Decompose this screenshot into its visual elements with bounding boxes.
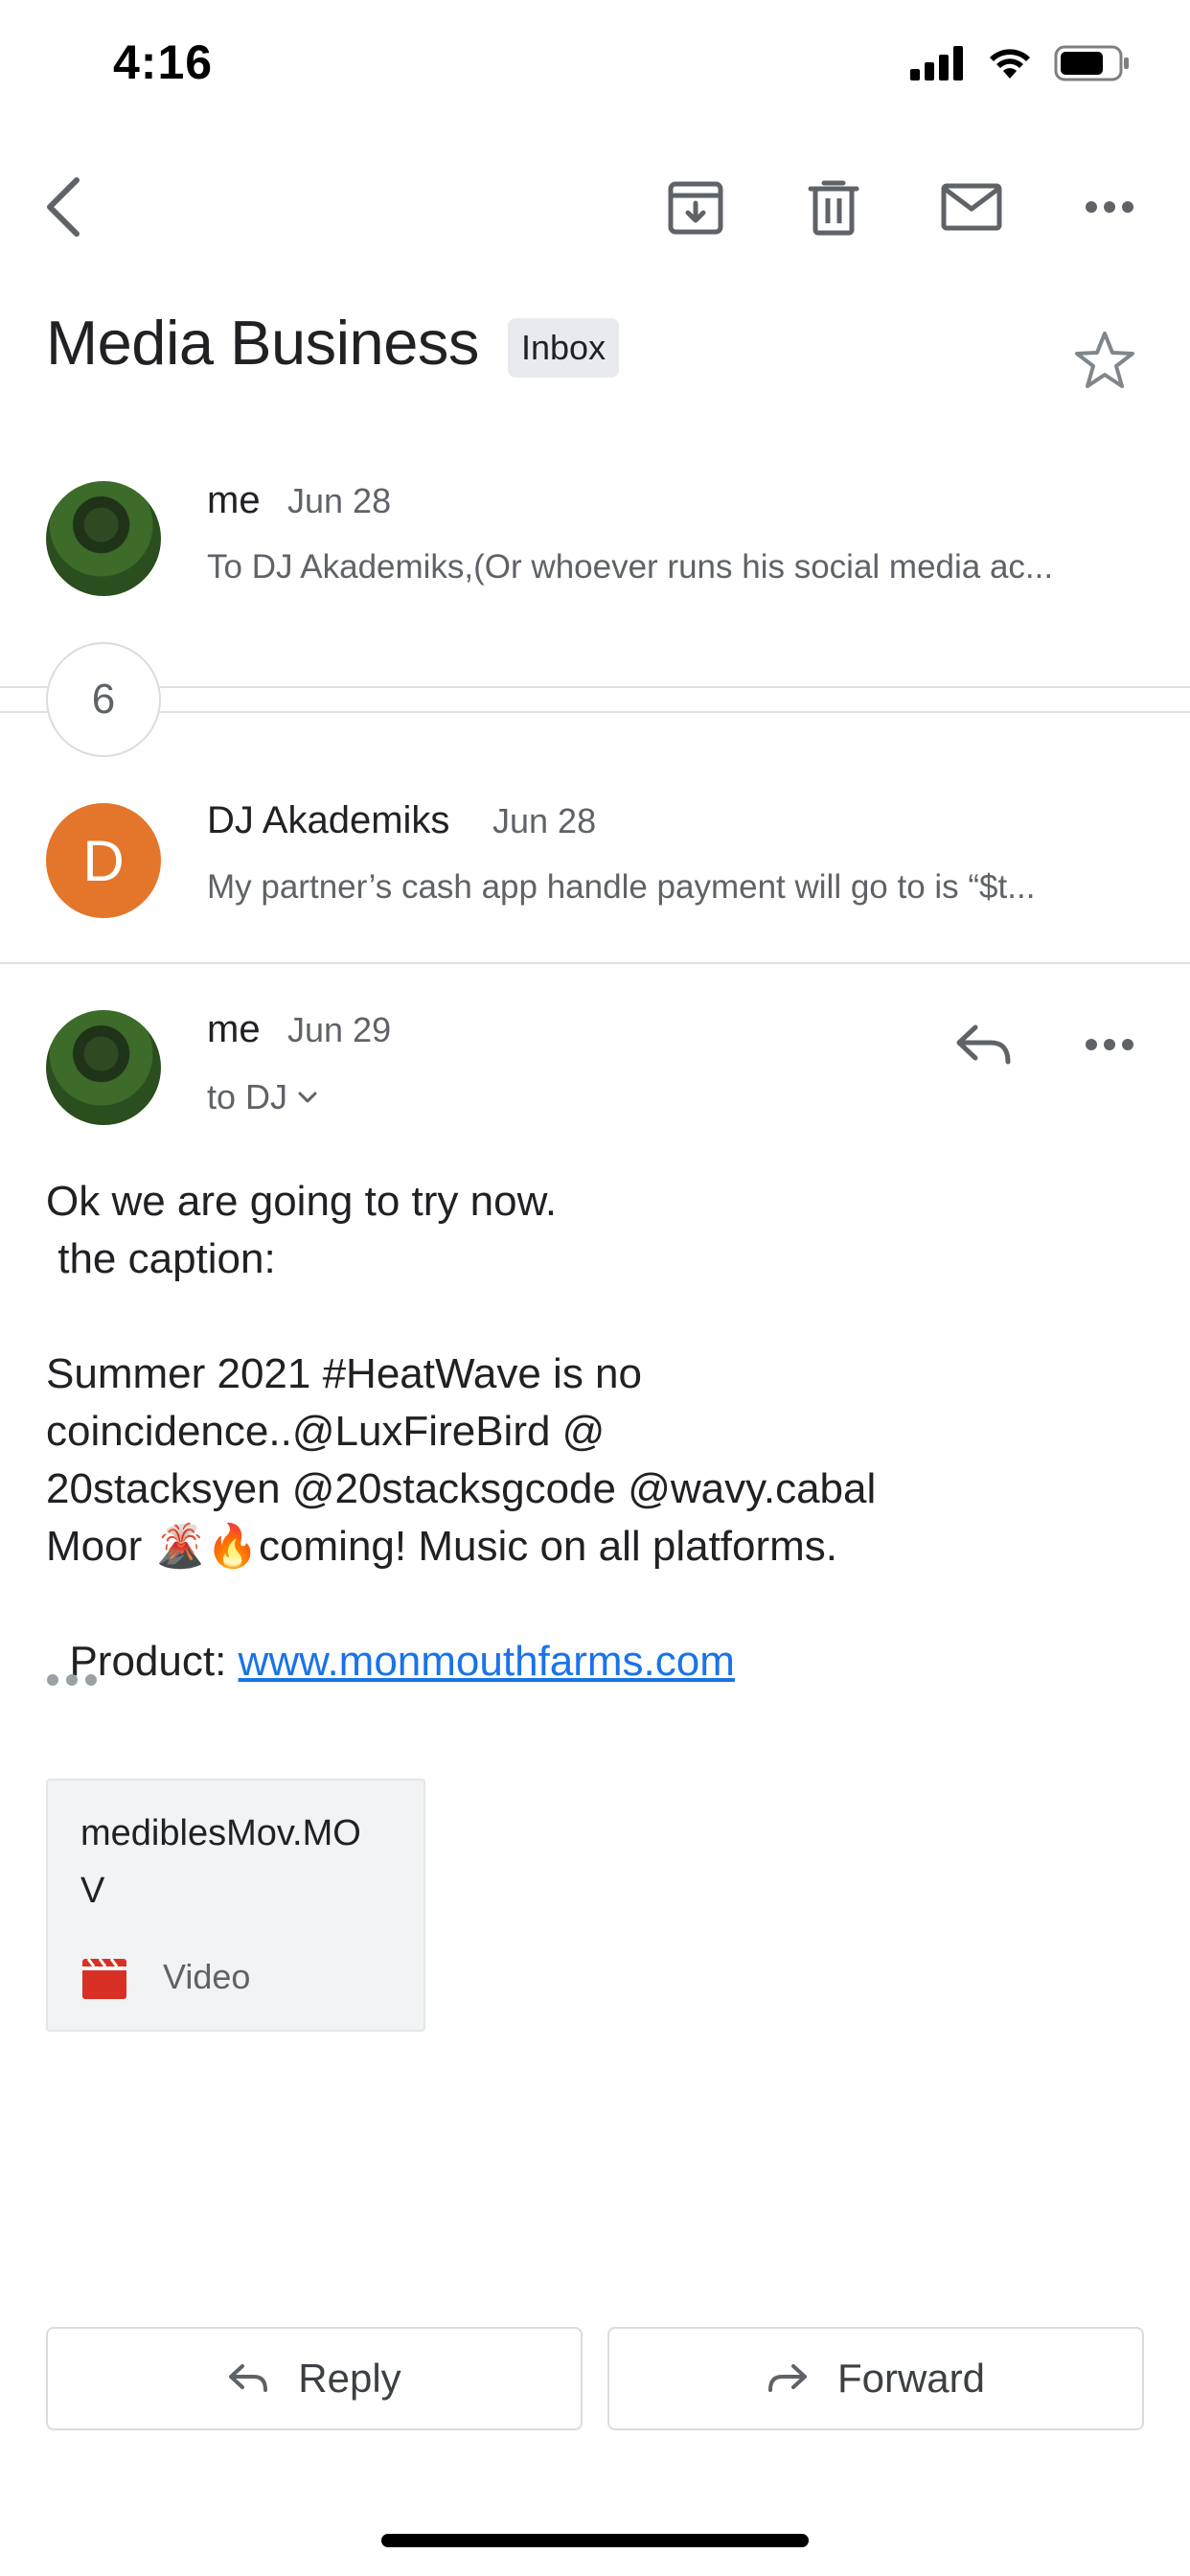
forward-label: Forward (836, 2356, 986, 2401)
recipients-text: to DJ (207, 1077, 288, 1116)
message-date: Jun 28 (287, 481, 392, 520)
mark-unread-button[interactable] (926, 161, 1018, 253)
message-row[interactable]: me Jun 28 To DJ Akademiks,(Or whoever ru… (0, 460, 1190, 652)
back-button[interactable] (17, 161, 109, 253)
message-date: Jun 28 (492, 801, 597, 840)
message-row[interactable]: D DJ Akademiks Jun 28 My partner’s cash … (0, 772, 1190, 960)
message-snippet: My partner’s cash app handle payment wil… (207, 868, 1036, 906)
avatar (46, 1010, 161, 1125)
avatar (46, 481, 161, 596)
message-sender: me (207, 479, 261, 521)
message-date: Jun 29 (287, 1010, 392, 1049)
body-line: Summer 2021 #HeatWave is no (46, 1350, 642, 1397)
show-trimmed-content-button[interactable] (46, 1673, 102, 1692)
more-horizontal-icon (1086, 1039, 1133, 1050)
thread-divider (0, 686, 1190, 688)
reply-label: Reply (298, 2356, 401, 2401)
body-line: Ok we are going to try now. (46, 1178, 558, 1225)
body-line: Moor 🌋🔥coming! Music on all platforms. (46, 1523, 838, 1570)
status-icons (910, 44, 1131, 82)
star-icon (1075, 332, 1134, 388)
cellular-signal-icon (910, 46, 963, 80)
product-line: Product: www.monmouthfarms.com (46, 1576, 735, 1690)
chevron-down-icon (298, 1092, 317, 1103)
video-attachment[interactable]: mediblesMov.MO V Video (46, 1779, 425, 2032)
body-line: 20stacksyen @20stacksgcode @wavy.cabal (46, 1465, 877, 1512)
trash-icon (808, 180, 859, 236)
avatar: D (46, 803, 161, 918)
attachment-type: Video (163, 1957, 251, 1996)
message-divider (0, 962, 1190, 964)
battery-icon (1054, 45, 1129, 81)
thread-divider (0, 711, 1190, 713)
reply-icon (229, 2364, 268, 2392)
attachment-name-line: V (80, 1871, 105, 1911)
inbox-label-chip[interactable]: Inbox (508, 318, 620, 378)
recipients-toggle[interactable]: to DJ (207, 1077, 318, 1117)
body-line: coincidence..@LuxFireBird @ (46, 1408, 606, 1455)
star-button[interactable] (1073, 330, 1146, 402)
message-more-button[interactable] (1064, 999, 1156, 1091)
forward-icon (767, 2364, 807, 2392)
wifi-icon (990, 49, 1030, 79)
subject-title: Media Business (46, 308, 479, 378)
forward-button[interactable]: Forward (607, 2327, 1144, 2430)
product-link[interactable]: www.monmouthfarms.com (239, 1638, 735, 1685)
video-file-icon (82, 1958, 126, 1999)
archive-button[interactable] (650, 161, 742, 253)
reply-icon (956, 1024, 1011, 1065)
message-sender: me (207, 1008, 261, 1050)
reply-icon-button[interactable] (937, 999, 1029, 1091)
delete-button[interactable] (788, 161, 880, 253)
message-sender: DJ Akademiks (207, 799, 450, 841)
mail-icon (941, 183, 1002, 231)
attachment-name-line: mediblesMov.MO (80, 1813, 361, 1853)
more-horizontal-icon (1086, 201, 1133, 213)
ellipsis-icon (47, 1674, 97, 1686)
collapsed-messages-count[interactable]: 6 (46, 642, 161, 757)
more-options-button[interactable] (1064, 161, 1156, 253)
body-line: the caption: (46, 1235, 276, 1282)
reply-button[interactable]: Reply (46, 2327, 583, 2430)
chevron-left-icon (47, 177, 80, 237)
home-indicator[interactable] (381, 2534, 809, 2547)
archive-icon (668, 181, 723, 235)
status-time: 4:16 (113, 35, 214, 89)
message-snippet: To DJ Akademiks,(Or whoever runs his soc… (207, 548, 1054, 586)
